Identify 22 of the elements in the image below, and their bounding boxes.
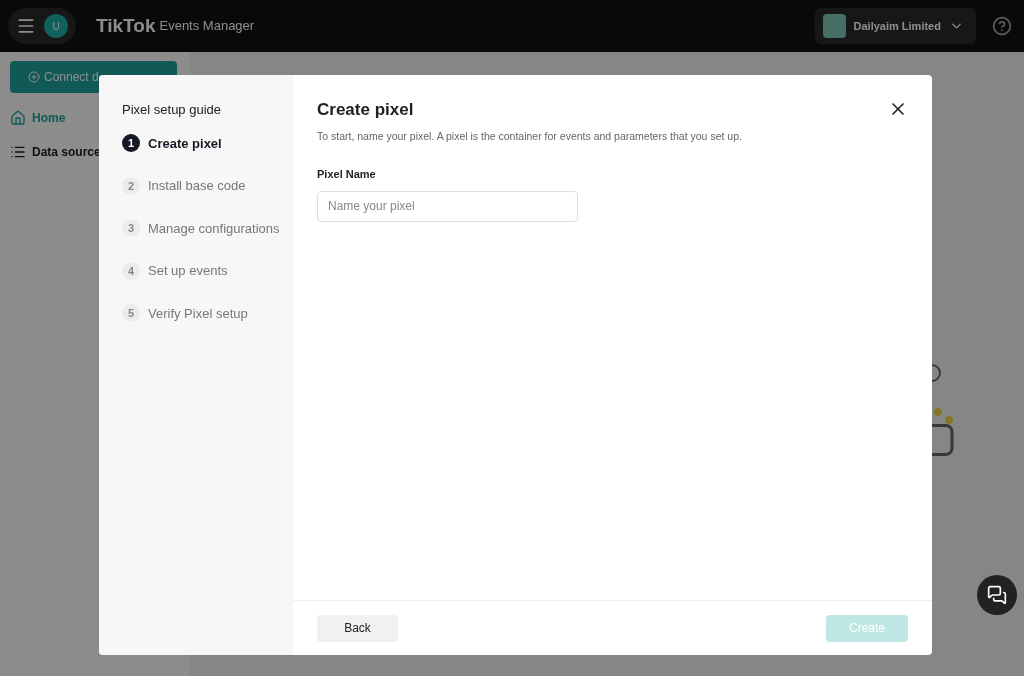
guide-title: Pixel setup guide <box>122 101 222 119</box>
setup-step[interactable]: 4 Set up events <box>122 261 293 281</box>
account-selector[interactable]: Dailyaim Limited <box>815 8 976 44</box>
pixel-name-field[interactable]: Name your pixel <box>317 190 578 222</box>
dialog-description: To start, name your pixel. A pixel is the container for events and parameters that you set up. <box>317 128 743 144</box>
back-button[interactable]: Back <box>317 614 398 642</box>
plus-circle-icon <box>28 71 40 83</box>
menu-icon <box>16 16 36 36</box>
avatar: U <box>44 14 68 38</box>
setup-step[interactable]: 1 Create pixel <box>122 133 293 153</box>
list-icon <box>10 144 26 160</box>
home-icon <box>10 110 26 126</box>
setup-step[interactable]: 5 Verify Pixel setup <box>122 303 293 323</box>
logo: TikTok <box>96 13 156 38</box>
setup-step[interactable]: 3 Manage configurations <box>122 218 293 238</box>
chat-icon <box>987 585 1007 605</box>
account-avatar <box>823 14 846 38</box>
help-icon[interactable] <box>992 16 1012 36</box>
dialog-title: Create pixel <box>317 99 414 121</box>
product-name: Events Manager <box>159 17 255 36</box>
field-label: Pixel Name <box>317 167 377 183</box>
setup-step[interactable]: 2 Install base code <box>122 176 293 196</box>
